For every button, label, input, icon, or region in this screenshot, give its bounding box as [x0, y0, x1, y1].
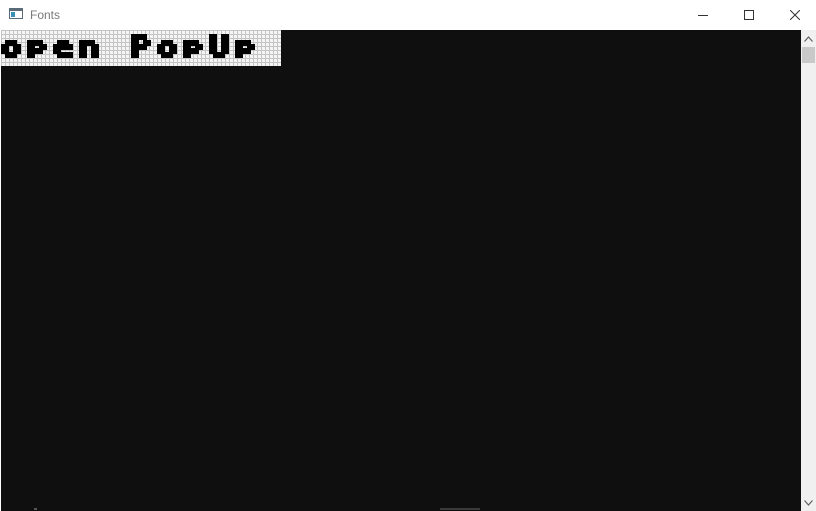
scroll-up-button[interactable]: [801, 30, 816, 47]
fonts-window: Fonts open PopUp: [0, 0, 816, 511]
maximize-button[interactable]: [726, 0, 772, 30]
canvas-area[interactable]: [1, 30, 801, 511]
open-popup-button[interactable]: open PopUp: [1, 30, 281, 66]
scroll-thumb[interactable]: [802, 47, 815, 63]
window-title: Fonts: [30, 8, 61, 22]
close-icon: [790, 10, 800, 20]
scroll-down-button[interactable]: [801, 494, 816, 511]
app-window-icon: [9, 8, 23, 19]
edge-artifact: [34, 508, 37, 510]
maximize-icon: [744, 10, 754, 20]
title-bar[interactable]: Fonts: [0, 0, 816, 30]
minimize-button[interactable]: [680, 0, 726, 30]
chevron-down-icon: [804, 499, 813, 506]
pixel-text: open PopUp: [1, 34, 255, 58]
chevron-up-icon: [804, 35, 813, 42]
open-popup-label: open PopUp: [1, 34, 255, 58]
vertical-scrollbar[interactable]: [801, 30, 816, 511]
close-button[interactable]: [772, 0, 816, 30]
edge-artifact: [440, 508, 480, 510]
minimize-icon: [698, 15, 708, 16]
